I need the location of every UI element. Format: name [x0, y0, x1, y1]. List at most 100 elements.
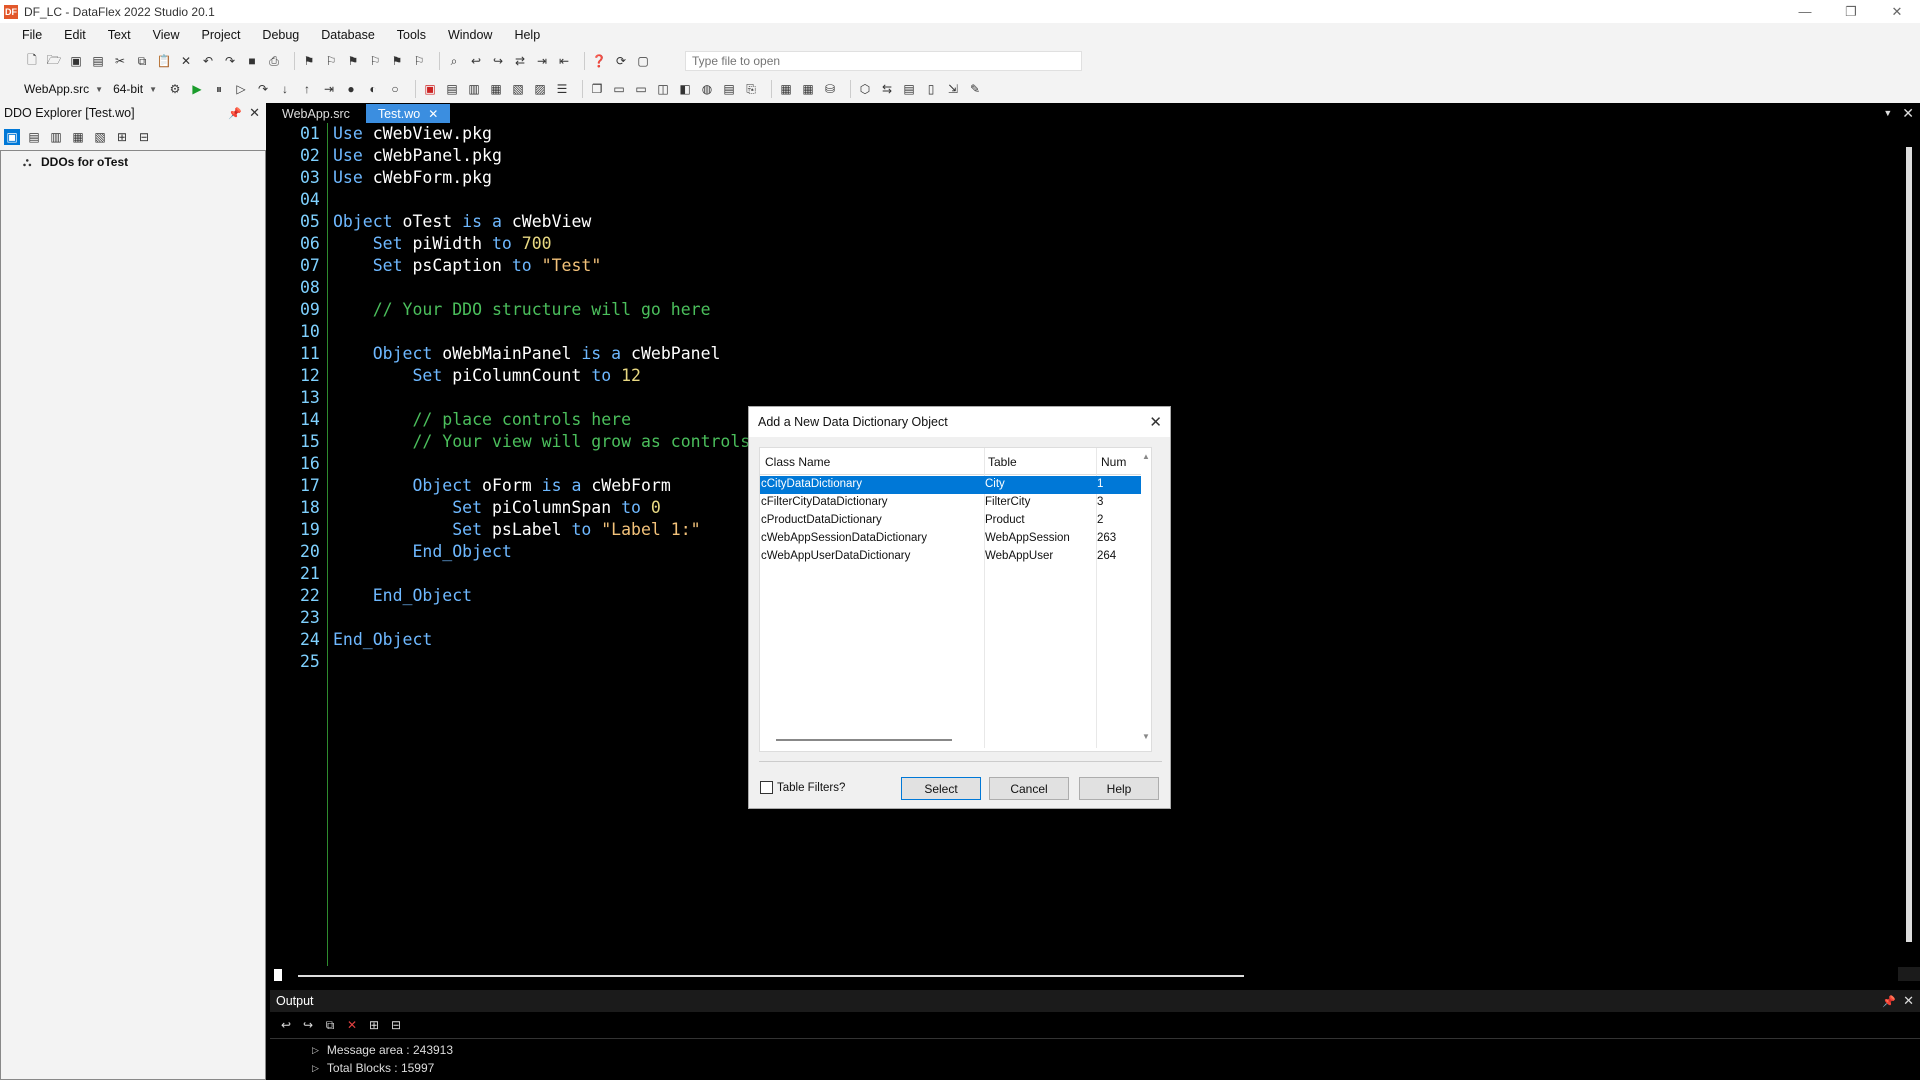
- step-into-icon[interactable]: ↓: [277, 81, 293, 97]
- menu-view[interactable]: View: [153, 28, 180, 42]
- grid-icon[interactable]: ▨: [532, 81, 548, 97]
- close-tab-icon[interactable]: ✕: [428, 107, 438, 121]
- select-button[interactable]: Select: [901, 777, 981, 800]
- delete-icon[interactable]: ✕: [178, 53, 194, 69]
- layout-icon[interactable]: ◫: [655, 81, 671, 97]
- window-cascade-icon[interactable]: ❐: [589, 81, 605, 97]
- bookmark-clear-icon[interactable]: ⚑: [389, 53, 405, 69]
- copy-icon[interactable]: ⧉: [134, 53, 150, 69]
- grid-row[interactable]: cProductDataDictionary Product 2: [760, 512, 1143, 530]
- ddo-properties-icon[interactable]: ▧: [92, 129, 108, 145]
- scrollbar-thumb[interactable]: [1906, 147, 1912, 942]
- expand-arrow-icon[interactable]: ▷: [312, 1063, 319, 1074]
- undo-icon[interactable]: ↶: [200, 53, 216, 69]
- step-out-icon[interactable]: ↑: [299, 81, 315, 97]
- indent-icon[interactable]: ⇥: [534, 53, 550, 69]
- align-icon[interactable]: ▦: [488, 81, 504, 97]
- bookmark-icon[interactable]: ⚑: [301, 53, 317, 69]
- ddo-class-grid[interactable]: Class Name Table Num cCityDataDictionary…: [759, 447, 1152, 752]
- list-icon[interactable]: ☰: [554, 81, 570, 97]
- open-file-input[interactable]: [685, 51, 1082, 71]
- print-icon[interactable]: ⎙: [266, 53, 282, 69]
- database-icon[interactable]: ⛁: [822, 81, 838, 97]
- close-icon[interactable]: ✕: [249, 105, 260, 121]
- project-combo[interactable]: WebApp.src ▼: [24, 80, 103, 98]
- collapse-all-icon[interactable]: ⊟: [136, 129, 152, 145]
- menu-text[interactable]: Text: [108, 28, 131, 42]
- expand-all-icon[interactable]: ⊞: [366, 1017, 382, 1033]
- output-body[interactable]: ▷ Message area : 243913 ▷ Total Blocks :…: [270, 1038, 1920, 1080]
- menu-debug[interactable]: Debug: [262, 28, 299, 42]
- clear-breakpoints-icon[interactable]: ○: [387, 81, 403, 97]
- grid-vertical-scrollbar[interactable]: ▲ ▼: [1141, 448, 1151, 748]
- add-ddo-icon[interactable]: ▣: [4, 128, 20, 145]
- grid-row[interactable]: cFilterCityDataDictionary FilterCity 3: [760, 494, 1143, 512]
- paste-icon[interactable]: 📋: [156, 53, 172, 69]
- close-icon[interactable]: ✕: [1903, 993, 1914, 1009]
- next-error-icon[interactable]: ↪: [300, 1017, 316, 1033]
- save-all-icon[interactable]: ▤: [90, 53, 106, 69]
- help-button[interactable]: Help: [1079, 777, 1159, 800]
- stop-icon[interactable]: ■: [244, 53, 260, 69]
- expand-all-icon[interactable]: ⊞: [114, 129, 130, 145]
- collapse-all-icon[interactable]: ⊟: [388, 1017, 404, 1033]
- tab-webapp-src[interactable]: WebApp.src: [270, 104, 362, 123]
- help-circle-icon[interactable]: ❓: [591, 53, 607, 69]
- tab-test-wo[interactable]: Test.wo ✕: [365, 104, 451, 123]
- bitness-combo[interactable]: 64-bit ▼: [113, 80, 157, 98]
- clear-output-icon[interactable]: ✕: [344, 1017, 360, 1033]
- outdent-icon[interactable]: ⇤: [556, 53, 572, 69]
- menu-project[interactable]: Project: [202, 28, 241, 42]
- expand-arrow-icon[interactable]: ▷: [312, 1045, 319, 1056]
- grid-row[interactable]: cCityDataDictionary City 1: [760, 476, 1143, 494]
- run-to-cursor-icon[interactable]: ⇥: [321, 81, 337, 97]
- breakpoint-icon[interactable]: ●: [343, 81, 359, 97]
- bookmark-next-icon[interactable]: ⚐: [323, 53, 339, 69]
- designer-icon[interactable]: ▣: [422, 81, 438, 97]
- ddo-tree[interactable]: ⛬ DDOs for oTest: [0, 150, 266, 1080]
- step-over-icon[interactable]: ↷: [255, 81, 271, 97]
- cancel-button[interactable]: Cancel: [989, 777, 1069, 800]
- split-icon[interactable]: ◧: [677, 81, 693, 97]
- redo-icon[interactable]: ↷: [222, 53, 238, 69]
- tab-list-dropdown-icon[interactable]: ▼: [1883, 108, 1892, 118]
- grid-row[interactable]: cWebAppUserDataDictionary WebAppUser 264: [760, 548, 1143, 566]
- editor-vertical-scrollbar[interactable]: [1906, 123, 1914, 979]
- bookmark-toggle-icon[interactable]: ⚐: [367, 53, 383, 69]
- bookmark-prev-icon[interactable]: ⚑: [345, 53, 361, 69]
- checkbox-box[interactable]: [760, 781, 773, 794]
- new-file-icon[interactable]: 🗋: [24, 53, 40, 69]
- column-header-num[interactable]: Num: [1101, 455, 1126, 469]
- continue-icon[interactable]: ▷: [233, 81, 249, 97]
- table-grid-icon[interactable]: ▦: [800, 81, 816, 97]
- add-parent-ddo-icon[interactable]: ▥: [48, 129, 64, 145]
- copy-output-icon[interactable]: ⧉: [322, 1017, 338, 1033]
- globe-icon[interactable]: ◍: [699, 81, 715, 97]
- tab-order-icon[interactable]: ▥: [466, 81, 482, 97]
- form-icon[interactable]: ▤: [444, 81, 460, 97]
- scrollbar-thumb[interactable]: [298, 975, 1244, 977]
- scroll-down-icon[interactable]: ▼: [1142, 732, 1150, 741]
- calendar-icon[interactable]: ▤: [901, 81, 917, 97]
- table-icon[interactable]: ▦: [778, 81, 794, 97]
- watch-icon[interactable]: ◐: [365, 81, 381, 97]
- save-icon[interactable]: ▣: [68, 53, 84, 69]
- refresh-icon[interactable]: ⟳: [613, 53, 629, 69]
- run-icon[interactable]: ▶: [189, 81, 205, 97]
- transform-icon[interactable]: ⇆: [879, 81, 895, 97]
- menu-window[interactable]: Window: [448, 28, 492, 42]
- output-line[interactable]: ▷ Total Blocks : 15997: [312, 1061, 434, 1075]
- close-button[interactable]: ✕: [1874, 0, 1920, 23]
- find-prev-icon[interactable]: ↩: [468, 53, 484, 69]
- size-icon[interactable]: ▧: [510, 81, 526, 97]
- menu-database[interactable]: Database: [321, 28, 375, 42]
- menu-edit[interactable]: Edit: [64, 28, 86, 42]
- restore-button[interactable]: ❐: [1828, 0, 1874, 23]
- minimize-button[interactable]: —: [1782, 0, 1828, 23]
- close-document-icon[interactable]: ✕: [1902, 105, 1914, 122]
- view-icon[interactable]: ▭: [633, 81, 649, 97]
- open-folder-icon[interactable]: 🗁: [46, 53, 62, 69]
- export-icon[interactable]: ⎘: [743, 81, 759, 97]
- tree-node-root[interactable]: ⛬ DDOs for oTest: [23, 155, 128, 169]
- close-icon[interactable]: ✕: [1149, 413, 1162, 431]
